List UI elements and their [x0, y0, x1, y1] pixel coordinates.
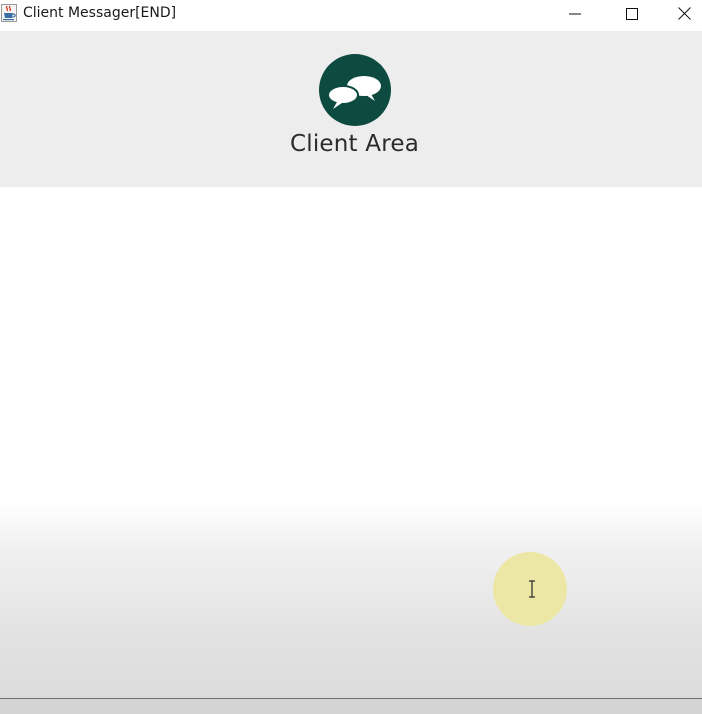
close-button[interactable] [667, 0, 702, 27]
close-icon [678, 7, 691, 20]
chat-bubbles-icon [319, 54, 391, 126]
java-cup-icon[interactable] [1, 4, 17, 22]
client-messager-window: Client Messager[END] Client Area [0, 0, 702, 714]
maximize-icon [626, 7, 638, 20]
header-panel: Client Area [0, 31, 702, 187]
minimize-button[interactable] [552, 0, 598, 27]
title-bar[interactable]: Client Messager[END] [0, 0, 702, 27]
window-bottom-strip [0, 699, 702, 714]
maximize-button[interactable] [609, 0, 655, 27]
window-title: Client Messager[END] [23, 5, 177, 21]
text-cursor-icon [526, 580, 538, 598]
message-area[interactable] [0, 187, 702, 698]
page-title: Client Area [289, 131, 420, 157]
minimize-icon [569, 13, 581, 14]
